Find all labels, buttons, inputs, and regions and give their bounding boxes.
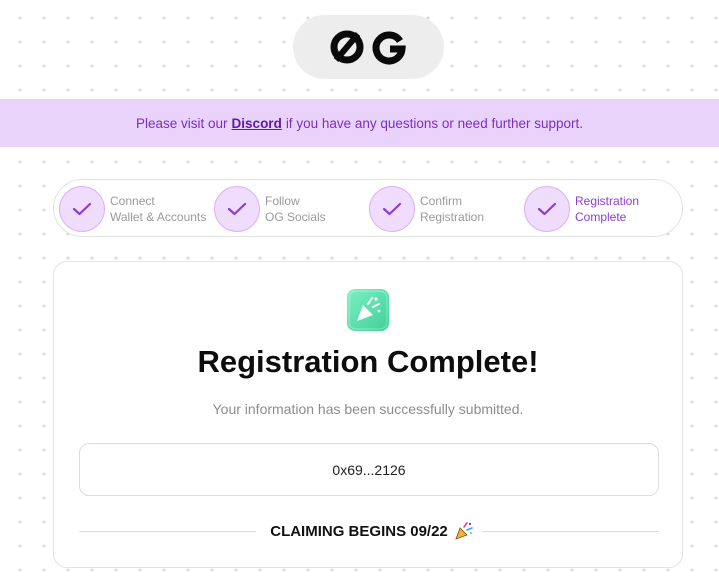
step-label: Follow OG Socials	[265, 194, 326, 224]
registration-card: Registration Complete! Your information …	[53, 261, 683, 568]
support-banner: Please visit our Discord if you have any…	[0, 99, 719, 147]
step-follow: Follow OG Socials	[214, 186, 326, 232]
step-complete: Registration Complete	[524, 186, 639, 232]
party-popper-icon	[454, 521, 474, 541]
step-label: Confirm Registration	[420, 194, 485, 224]
banner-suffix: if you have any questions or need furthe…	[285, 115, 583, 131]
divider-right	[481, 530, 660, 532]
wallet-address-field: 0x69...2126	[79, 443, 659, 496]
logo-pill	[293, 15, 444, 79]
check-icon	[59, 186, 105, 232]
claim-divider: CLAIMING BEGINS 09/22	[79, 518, 660, 544]
step-confirm: Confirm Registration	[369, 186, 484, 232]
step-label: Registration Complete	[575, 194, 640, 224]
discord-link[interactable]: Discord	[232, 116, 282, 131]
step-label: Connect Wallet & Accounts	[110, 194, 207, 224]
step-connect: Connect Wallet & Accounts	[59, 186, 206, 232]
check-icon	[524, 186, 570, 232]
success-message: Your information has been successfully s…	[212, 401, 524, 417]
check-icon	[369, 186, 415, 232]
banner-prefix: Please visit our	[136, 115, 228, 131]
divider-left	[79, 530, 257, 532]
party-popper-icon	[347, 289, 389, 331]
og-logo	[330, 30, 406, 65]
page-title: Registration Complete!	[197, 344, 539, 379]
claim-notice: CLAIMING BEGINS 09/22	[256, 521, 482, 541]
wallet-address: 0x69...2126	[332, 461, 406, 478]
progress-stepper: Connect Wallet & Accounts Follow OG Soci…	[53, 179, 683, 237]
claim-label: CLAIMING BEGINS 09/22	[270, 522, 448, 540]
check-icon	[214, 186, 260, 232]
